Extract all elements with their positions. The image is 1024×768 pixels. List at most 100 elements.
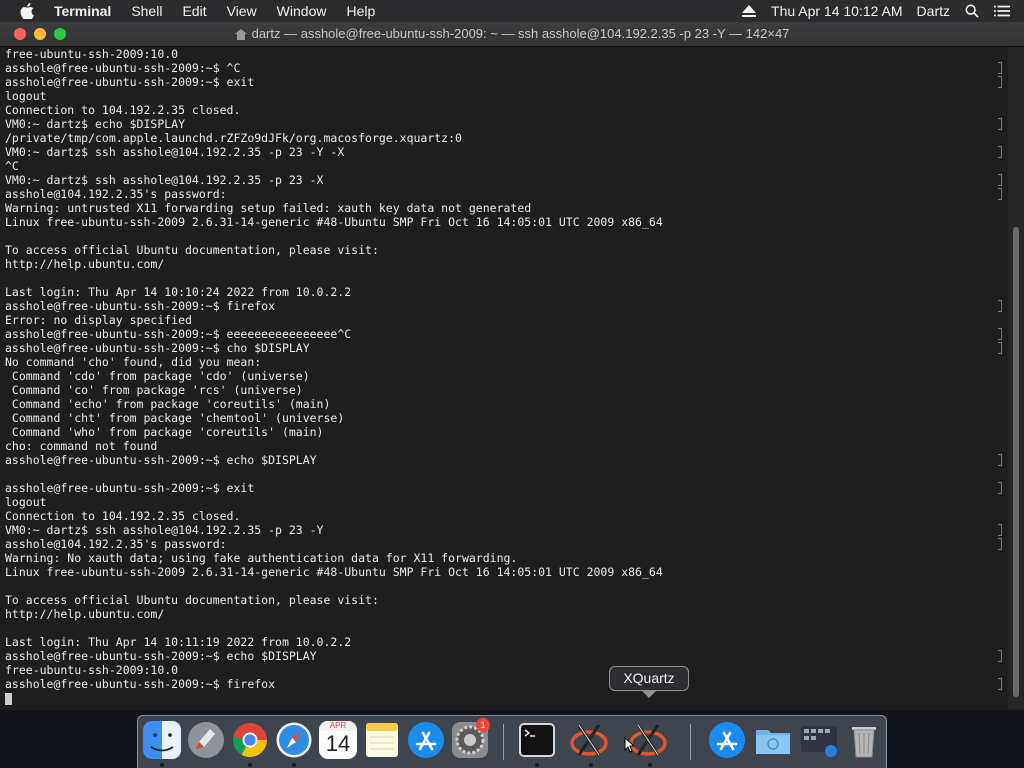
terminal-line: asshole@free-ubuntu-ssh-2009:~$ echo $DI…	[5, 649, 1001, 663]
scrollbar-thumb[interactable]	[1013, 227, 1019, 697]
terminal-line: Last login: Thu Apr 14 10:11:19 2022 fro…	[5, 635, 1001, 649]
calendar-day: 14	[325, 731, 351, 756]
dock: APR 14 1	[137, 715, 887, 768]
safari-icon[interactable]	[275, 721, 313, 759]
prompt-mark-right	[998, 174, 1002, 186]
terminal-line: asshole@free-ubuntu-ssh-2009:~$ ^C	[5, 61, 1001, 75]
terminal-line-text: No command 'cho' found, did you mean:	[5, 355, 262, 369]
terminal-line-text: asshole@free-ubuntu-ssh-2009:~$ echo $DI…	[5, 453, 317, 467]
running-indicator	[248, 763, 252, 767]
terminal-line-text: http://help.ubuntu.com/	[5, 257, 165, 271]
search-icon[interactable]	[964, 4, 980, 18]
terminal-line-text: asshole@free-ubuntu-ssh-2009:~$ exit	[5, 75, 255, 89]
terminal-line: Command 'cdo' from package 'cdo' (univer…	[5, 369, 1001, 383]
terminal-line-text: asshole@104.192.2.35's password:	[5, 537, 227, 551]
terminal-line-text: VM0:~ dartz$ echo $DISPLAY	[5, 117, 186, 131]
terminal-line-text: asshole@free-ubuntu-ssh-2009:~$ eeeeeeee…	[5, 327, 352, 341]
terminal-line-text: logout	[5, 89, 47, 103]
launchpad-icon[interactable]	[187, 721, 225, 759]
terminal-line-text: Warning: untrusted X11 forwarding setup …	[5, 201, 532, 215]
xquartz-icon[interactable]	[629, 721, 667, 759]
notes-icon[interactable]	[363, 721, 401, 759]
chrome-icon[interactable]	[231, 721, 269, 759]
terminal-line: No command 'cho' found, did you mean:	[5, 355, 1001, 369]
terminal-line: Warning: No xauth data; using fake authe…	[5, 551, 1001, 565]
terminal-line-text: asshole@free-ubuntu-ssh-2009:~$ firefox	[5, 299, 276, 313]
window-title: dartz — asshole@free-ubuntu-ssh-2009: ~ …	[234, 22, 789, 46]
running-indicator	[589, 763, 593, 767]
zoom-button[interactable]	[54, 28, 66, 40]
calendar-icon[interactable]: APR 14	[319, 721, 357, 759]
downloads-folder-icon[interactable]	[754, 721, 792, 759]
eject-icon[interactable]	[741, 4, 757, 18]
terminal-line: free-ubuntu-ssh-2009:10.0	[5, 47, 1001, 61]
terminal-line: cho: command not found	[5, 439, 1001, 453]
prompt-mark-right	[998, 678, 1002, 690]
screenshot-app-icon[interactable]	[800, 721, 838, 759]
menu-user[interactable]: Dartz	[917, 3, 950, 19]
terminal-line-text: Error: no display specified	[5, 313, 192, 327]
terminal-line: VM0:~ dartz$ ssh asshole@104.192.2.35 -p…	[5, 173, 1001, 187]
terminal-line-text: asshole@104.192.2.35's password:	[5, 187, 227, 201]
terminal-output[interactable]: free-ubuntu-ssh-2009:10.0 asshole@free-ub…	[5, 47, 1001, 709]
tooltip-arrow	[641, 690, 657, 698]
notification-badge: 1	[476, 718, 490, 732]
close-button[interactable]	[14, 28, 26, 40]
terminal-line-text: asshole@free-ubuntu-ssh-2009:~$ firefox	[5, 677, 276, 691]
xquartz-icon[interactable]	[570, 721, 608, 759]
terminal-line-text: asshole@free-ubuntu-ssh-2009:~$ ^C	[5, 61, 241, 75]
list-icon[interactable]	[994, 4, 1010, 18]
terminal-line: http://help.ubuntu.com/	[5, 607, 1001, 621]
app-store-icon[interactable]	[708, 721, 746, 759]
prompt-mark-right	[998, 146, 1002, 158]
terminal-line: Last login: Thu Apr 14 10:10:24 2022 fro…	[5, 285, 1001, 299]
minimize-button[interactable]	[34, 28, 46, 40]
menu-help[interactable]: Help	[346, 3, 375, 19]
terminal-line: asshole@free-ubuntu-ssh-2009:~$ eeeeeeee…	[5, 327, 1001, 341]
terminal-line: free-ubuntu-ssh-2009:10.0	[5, 663, 1001, 677]
menu-shell[interactable]: Shell	[131, 3, 162, 19]
terminal-line: To access official Ubuntu documentation,…	[5, 243, 1001, 257]
finder-icon[interactable]	[143, 721, 181, 759]
prompt-mark-right	[998, 342, 1002, 354]
prompt-mark-right	[998, 650, 1002, 662]
terminal-line: Command 'co' from package 'rcs' (univers…	[5, 383, 1001, 397]
terminal-line: ^C	[5, 159, 1001, 173]
prompt-mark-right	[998, 76, 1002, 88]
terminal-line: Connection to 104.192.2.35 closed.	[5, 509, 1001, 523]
menu-app-name[interactable]: Terminal	[54, 3, 111, 19]
scrollbar[interactable]	[1008, 47, 1024, 709]
prompt-mark-right	[998, 118, 1002, 130]
terminal-icon[interactable]	[518, 721, 556, 759]
terminal-window: dartz — asshole@free-ubuntu-ssh-2009: ~ …	[0, 22, 1024, 710]
app-store-icon[interactable]	[407, 721, 445, 759]
dock-separator	[503, 724, 504, 760]
prompt-mark-right	[998, 62, 1002, 74]
terminal-line: Command 'echo' from package 'coreutils' …	[5, 397, 1001, 411]
menu-view[interactable]: View	[227, 3, 257, 19]
menu-clock[interactable]: Thu Apr 14 10:12 AM	[771, 3, 903, 19]
terminal-line-text: VM0:~ dartz$ ssh asshole@104.192.2.35 -p…	[5, 145, 345, 159]
terminal-line-text: Command 'cdo' from package 'cdo' (univer…	[5, 369, 310, 383]
apple-logo-icon[interactable]	[20, 3, 34, 19]
running-indicator	[648, 763, 652, 767]
prompt-mark-right	[998, 454, 1002, 466]
terminal-line-text: Warning: No xauth data; using fake authe…	[5, 551, 518, 565]
window-titlebar[interactable]: dartz — asshole@free-ubuntu-ssh-2009: ~ …	[0, 22, 1024, 47]
menu-window[interactable]: Window	[277, 3, 327, 19]
terminal-line: Linux free-ubuntu-ssh-2009 2.6.31-14-gen…	[5, 565, 1001, 579]
terminal-line-text: Linux free-ubuntu-ssh-2009 2.6.31-14-gen…	[5, 215, 663, 229]
text-cursor	[5, 692, 12, 705]
menu-edit[interactable]: Edit	[182, 3, 206, 19]
terminal-line: Error: no display specified	[5, 313, 1001, 327]
prompt-mark-right	[998, 328, 1002, 340]
terminal-line: logout	[5, 89, 1001, 103]
trash-icon[interactable]	[845, 721, 883, 759]
terminal-line-text: Last login: Thu Apr 14 10:10:24 2022 fro…	[5, 285, 352, 299]
terminal-line: VM0:~ dartz$ echo $DISPLAY	[5, 117, 1001, 131]
dock-separator	[690, 724, 691, 760]
home-folder-icon	[234, 28, 247, 40]
